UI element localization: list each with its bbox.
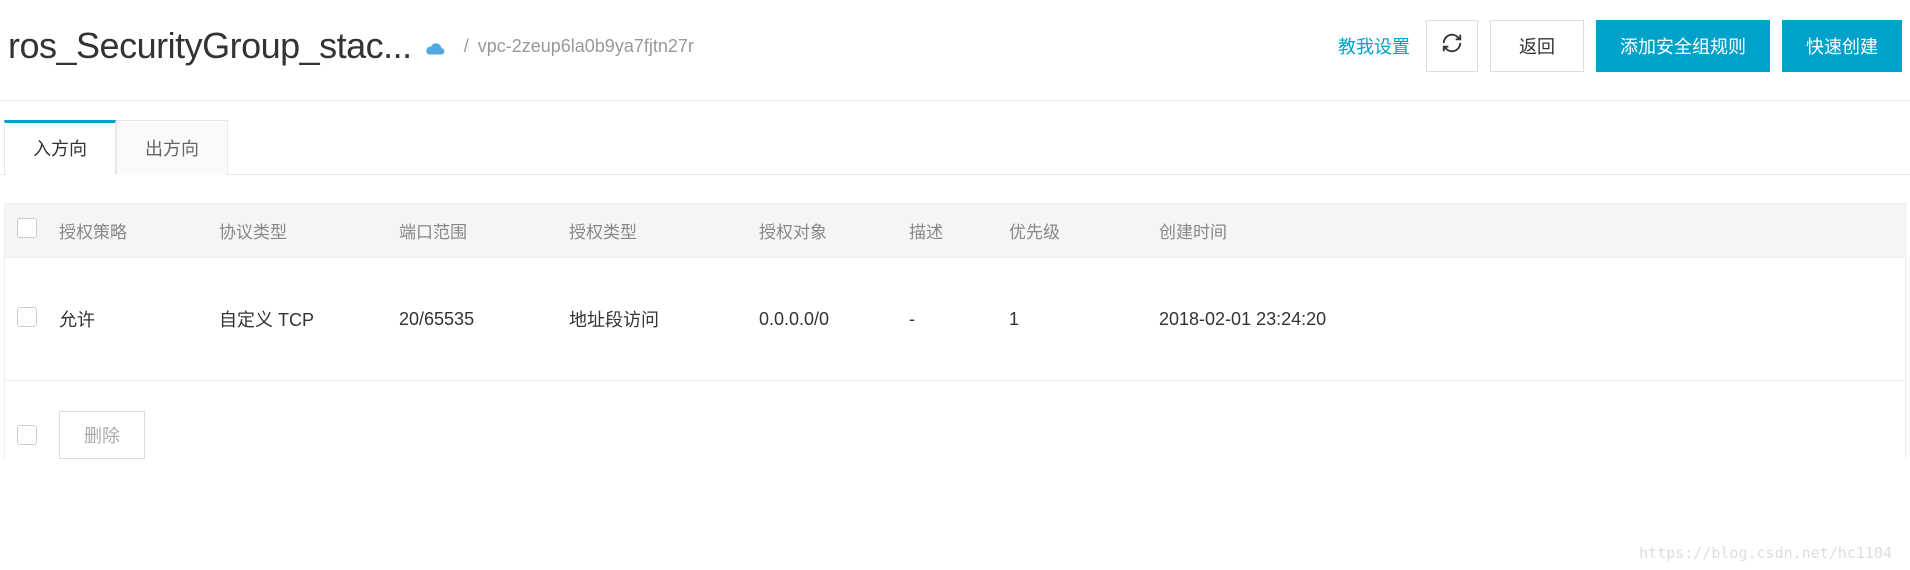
col-time-header: 创建时间	[1159, 218, 1893, 243]
refresh-icon	[1441, 32, 1463, 60]
header-actions: 教我设置 返回 添加安全组规则 快速创建	[1334, 20, 1902, 72]
cell-target: 0.0.0.0/0	[759, 309, 909, 330]
breadcrumb-slash: /	[464, 36, 469, 56]
col-check-header	[17, 218, 59, 243]
rules-table: 授权策略 协议类型 端口范围 授权类型 授权对象 描述 优先级 创建时间 允许 …	[0, 203, 1910, 381]
col-port-header: 端口范围	[399, 218, 569, 243]
cell-port: 20/65535	[399, 309, 569, 330]
row-checkbox[interactable]	[17, 307, 37, 327]
page-title: ros_SecurityGroup_stac...	[8, 25, 412, 67]
tabs: 入方向 出方向	[0, 119, 1910, 175]
add-rule-button[interactable]: 添加安全组规则	[1596, 20, 1770, 72]
back-button[interactable]: 返回	[1490, 20, 1584, 72]
footer-actions: 删除	[4, 381, 1906, 459]
cell-policy: 允许	[59, 306, 219, 332]
cell-authtype: 地址段访问	[569, 306, 759, 332]
table-row: 允许 自定义 TCP 20/65535 地址段访问 0.0.0.0/0 - 1 …	[4, 258, 1906, 381]
col-desc-header: 描述	[909, 218, 1009, 243]
col-policy-header: 授权策略	[59, 218, 219, 243]
row-check	[17, 307, 59, 332]
tab-outbound[interactable]: 出方向	[116, 120, 228, 175]
tab-inbound[interactable]: 入方向	[4, 120, 116, 175]
col-target-header: 授权对象	[759, 218, 909, 243]
title-wrap: ros_SecurityGroup_stac... / vpc-2zeup6la…	[8, 25, 694, 67]
delete-button[interactable]: 删除	[59, 411, 145, 459]
table-header-row: 授权策略 协议类型 端口范围 授权类型 授权对象 描述 优先级 创建时间	[4, 203, 1906, 258]
cell-time: 2018-02-01 23:24:20	[1159, 309, 1893, 330]
page-header: ros_SecurityGroup_stac... / vpc-2zeup6la…	[0, 0, 1910, 101]
watermark: https://blog.csdn.net/hc1104	[1639, 544, 1892, 562]
select-all-checkbox[interactable]	[17, 218, 37, 238]
cell-protocol: 自定义 TCP	[219, 306, 399, 332]
cell-priority: 1	[1009, 309, 1159, 330]
col-priority-header: 优先级	[1009, 218, 1159, 243]
cell-desc: -	[909, 309, 1009, 330]
breadcrumb: / vpc-2zeup6la0b9ya7fjtn27r	[464, 36, 694, 57]
footer-select-all-checkbox[interactable]	[17, 425, 37, 445]
refresh-button[interactable]	[1426, 20, 1478, 72]
cloud-icon	[424, 37, 446, 63]
quick-create-button[interactable]: 快速创建	[1782, 20, 1902, 72]
col-protocol-header: 协议类型	[219, 218, 399, 243]
help-link[interactable]: 教我设置	[1334, 33, 1414, 59]
col-authtype-header: 授权类型	[569, 218, 759, 243]
breadcrumb-vpc: vpc-2zeup6la0b9ya7fjtn27r	[478, 36, 694, 56]
